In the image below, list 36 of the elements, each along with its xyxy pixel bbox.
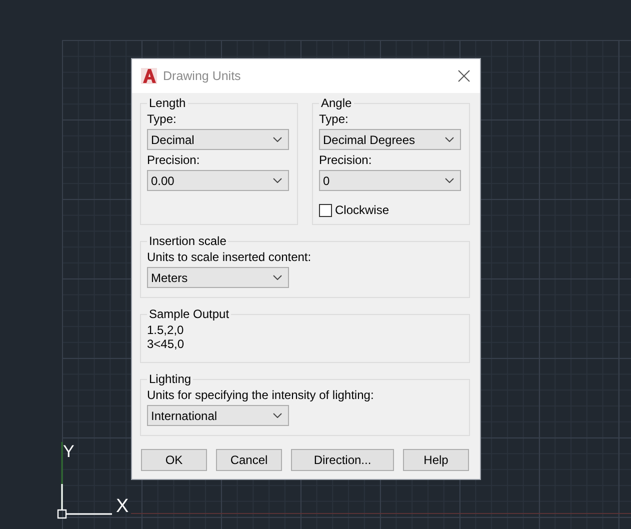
checkbox[interactable] — [319, 204, 332, 216]
precision-dropdown[interactable]: 0.00 — [147, 170, 289, 191]
precision-dropdown[interactable]: 0 — [319, 170, 461, 191]
units-dropdown[interactable]: Meters — [147, 267, 289, 288]
sample-text: 3<45,0 — [147, 337, 186, 351]
caret-icon — [445, 178, 454, 183]
window-title: Drawing Units — [163, 69, 242, 83]
direction-button[interactable]: Direction... — [291, 449, 394, 471]
caret-icon — [445, 137, 454, 142]
sample-text: 1.5,2,0 — [147, 323, 185, 337]
field-label: Units for specifying the intensity of lighting: — [147, 388, 375, 402]
caret-icon — [273, 137, 282, 142]
field-label: Precision: — [147, 153, 201, 167]
type-dropdown[interactable]: Decimal Degrees — [319, 129, 461, 150]
ok-button[interactable]: OK — [141, 449, 207, 471]
type-dropdown[interactable]: Decimal — [147, 129, 289, 150]
caret-icon — [273, 413, 282, 418]
units-dropdown[interactable]: International — [147, 405, 289, 426]
caret-icon — [273, 178, 282, 183]
x-axis-label: X — [116, 497, 129, 517]
help-button[interactable]: Help — [403, 449, 469, 471]
field-label: Precision: — [319, 153, 373, 167]
app-logo-icon — [141, 68, 157, 84]
group-title: Length — [148, 96, 187, 110]
field-label: Type: — [147, 112, 178, 126]
checkbox-label[interactable]: Clockwise — [335, 203, 390, 217]
caret-icon — [273, 275, 282, 280]
group-title: Sample Output — [148, 307, 230, 321]
group-title: Lighting — [148, 372, 192, 386]
group-title: Angle — [320, 96, 353, 110]
group-title: Insertion scale — [148, 234, 228, 248]
close-icon[interactable] — [458, 70, 470, 82]
field-label: Type: — [319, 112, 350, 126]
field-label: Units to scale inserted content: — [147, 250, 312, 264]
y-axis-label: Y — [63, 443, 74, 461]
cancel-button[interactable]: Cancel — [216, 449, 282, 471]
